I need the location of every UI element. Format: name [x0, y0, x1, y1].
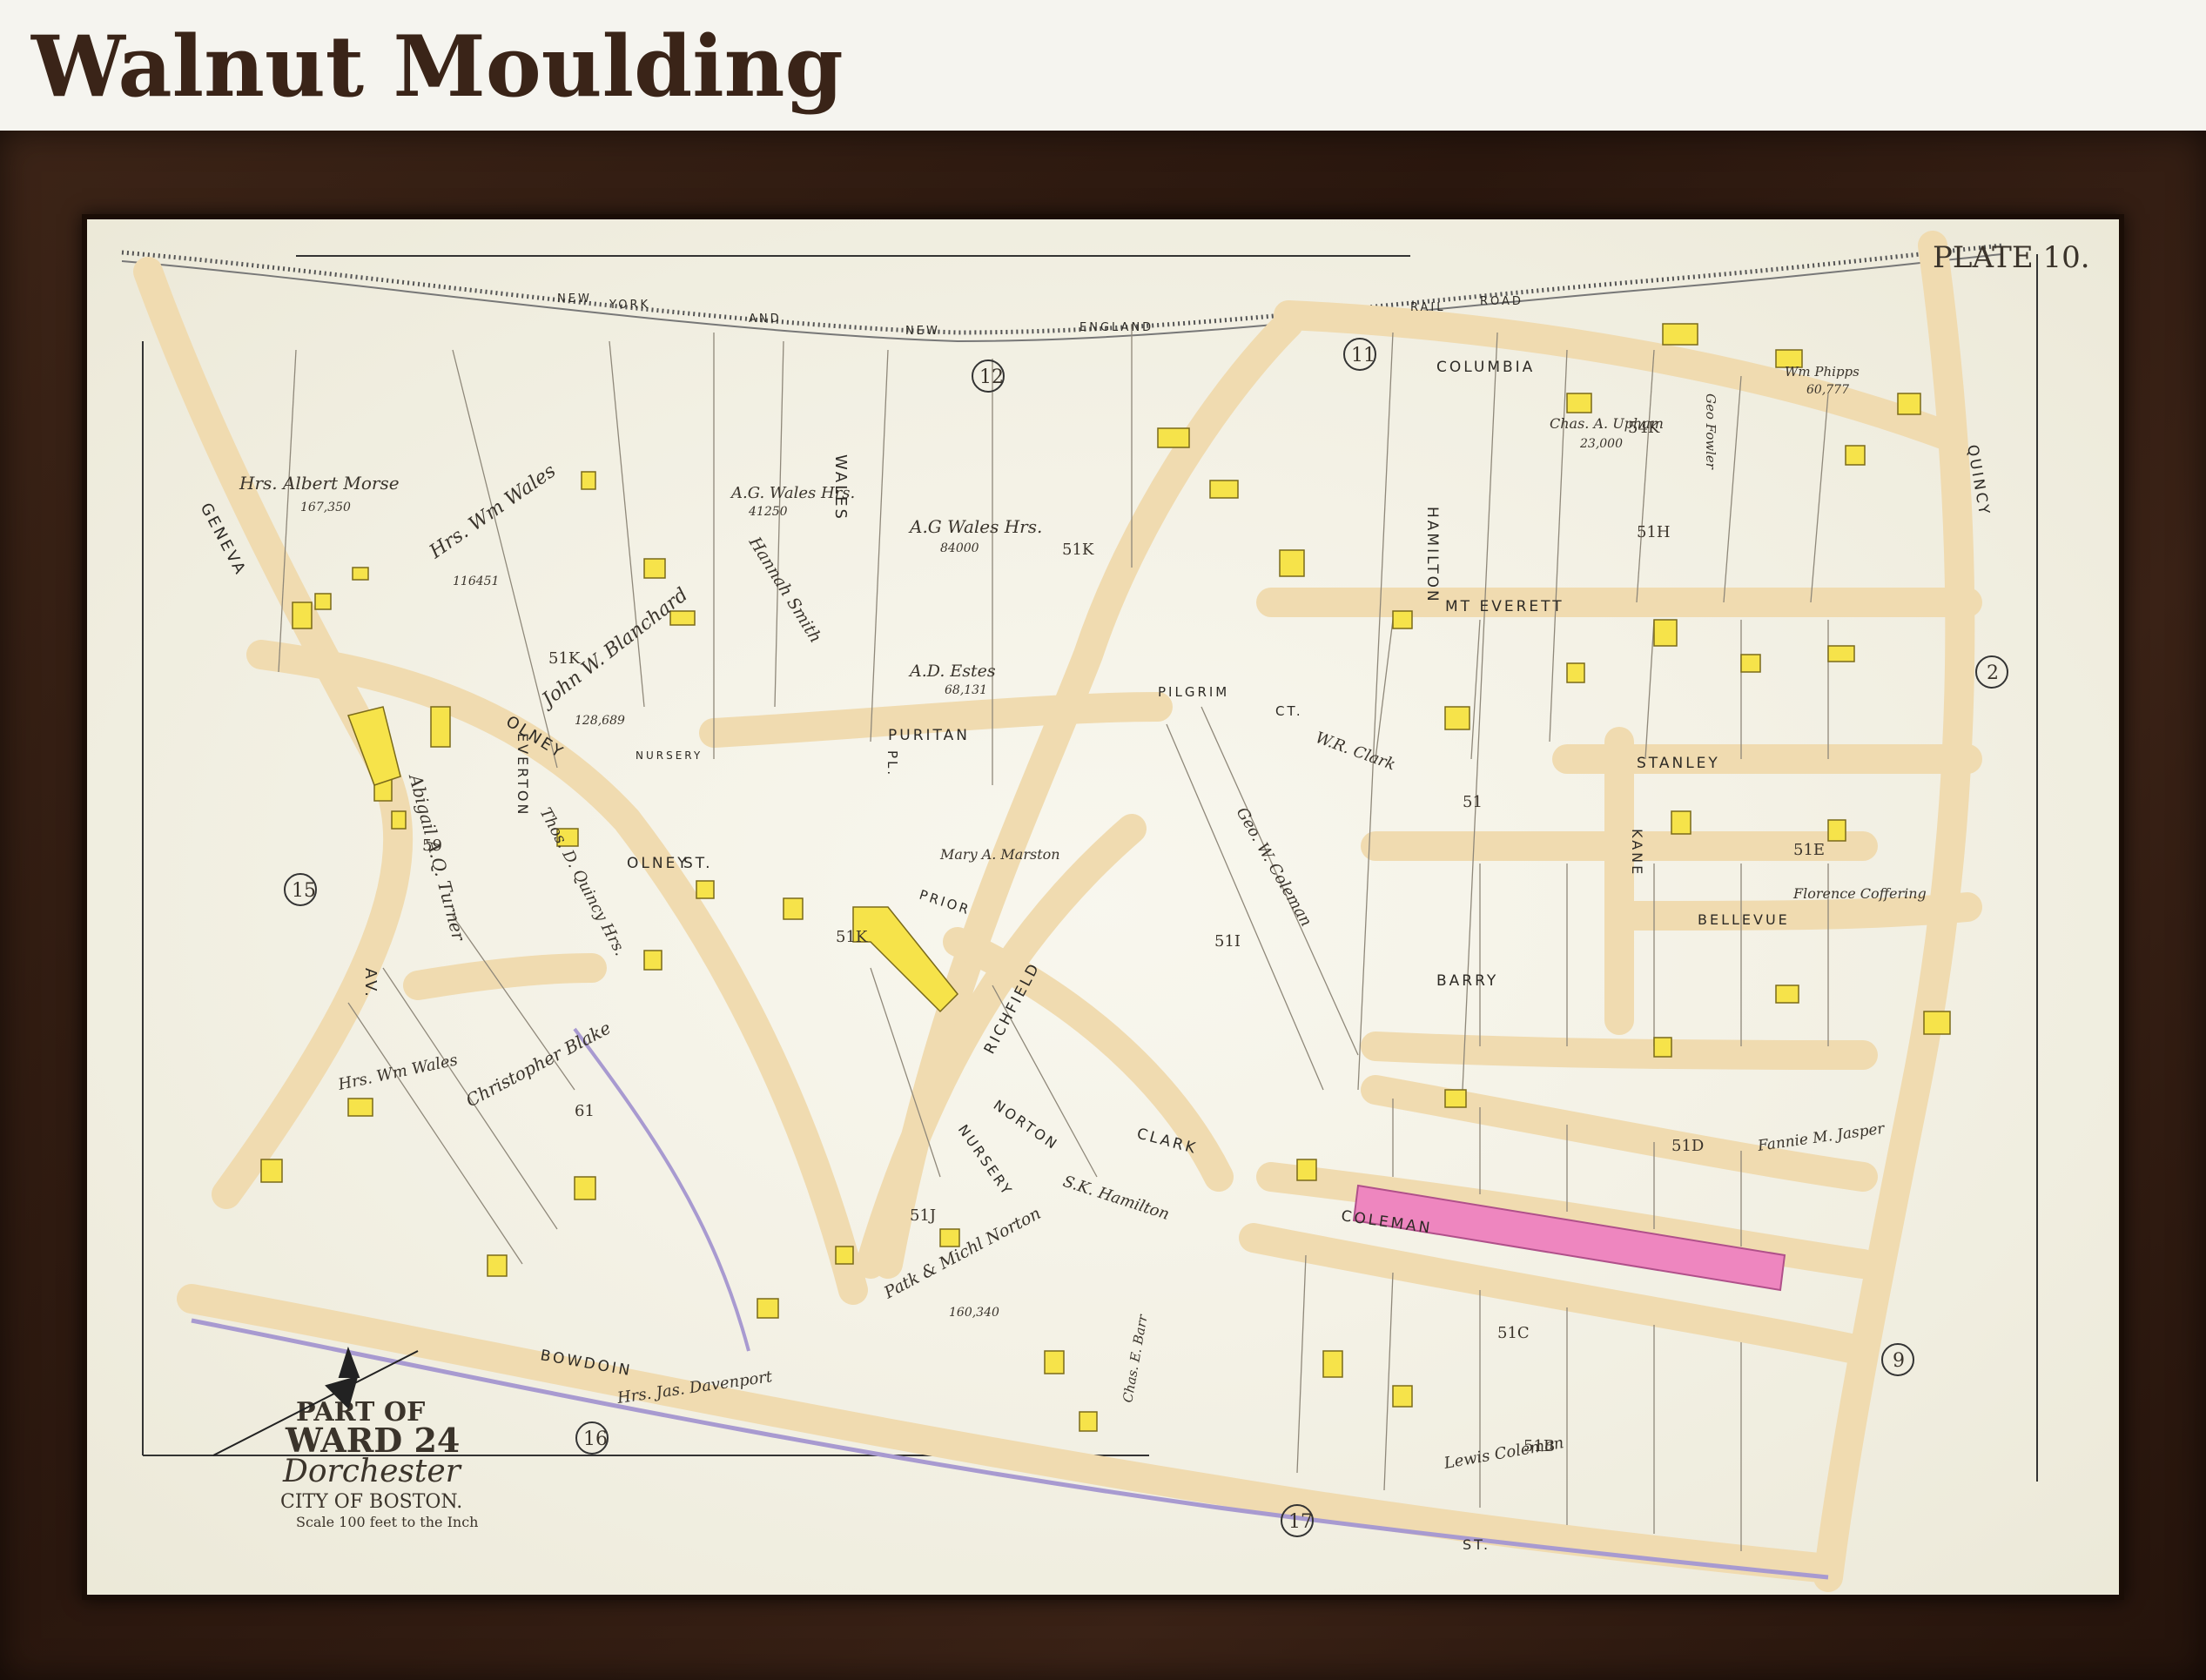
area-1: 167,350 — [300, 501, 351, 514]
plate-17: 17 — [1288, 1511, 1313, 1533]
rr-road: ROAD — [1480, 295, 1523, 308]
area-5: 84000 — [940, 541, 979, 555]
block-51c: 51C — [1497, 1324, 1530, 1342]
owner-agwales-2: A.G Wales Hrs. — [908, 516, 1042, 537]
block-51d: 51D — [1671, 1137, 1704, 1155]
rr-new: NEW — [557, 292, 592, 306]
rr-and: AND — [749, 312, 782, 326]
block-51h: 51H — [1637, 523, 1671, 541]
street-pilgrim: PILGRIM — [1158, 684, 1229, 700]
plate-number: PLATE 10. — [1933, 240, 2090, 275]
street-olney-st-suffix: ST. — [683, 855, 713, 872]
nursery-label-1: NURSERY — [636, 749, 703, 762]
area-8: 23,000 — [1579, 437, 1623, 451]
plate-15: 15 — [292, 880, 316, 902]
owner-phipps: Wm Phipps — [1785, 364, 1860, 380]
area-3: 128,689 — [575, 714, 625, 728]
plate-16: 16 — [583, 1428, 608, 1450]
block-51k-b: 51K — [1062, 541, 1094, 559]
owner-marston: Mary A. Marston — [939, 846, 1060, 863]
street-mt-everett: MT EVERETT — [1445, 598, 1564, 615]
rr-england: ENGLAND — [1079, 321, 1153, 334]
cartouche-scale: Scale 100 feet to the Inch — [296, 1514, 478, 1530]
street-st: ST. — [1463, 1536, 1490, 1553]
walnut-frame: PLATE 10. PART OF WARD 24 Dorchester CIT… — [0, 131, 2206, 1680]
area-6: 68,131 — [945, 683, 987, 697]
atlas-map: PLATE 10. PART OF WARD 24 Dorchester CIT… — [87, 219, 2119, 1595]
plate-2: 2 — [1987, 662, 1999, 684]
cartouche-line3: Dorchester — [282, 1454, 462, 1489]
owner-upham: Chas. A. Upham — [1550, 415, 1664, 432]
street-pl: PL. — [884, 750, 900, 777]
street-ct: CT. — [1275, 703, 1303, 719]
page-header: Walnut Moulding — [0, 0, 2206, 131]
street-everton: EVERTON — [515, 733, 531, 816]
page-title: Walnut Moulding — [31, 17, 844, 116]
map-mat: PLATE 10. PART OF WARD 24 Dorchester CIT… — [87, 219, 2119, 1595]
owner-morse: Hrs. Albert Morse — [239, 473, 400, 494]
area-7: 160,340 — [949, 1306, 999, 1320]
street-columbia: COLUMBIA — [1436, 359, 1535, 376]
street-olney-st: OLNEY — [627, 855, 689, 872]
street-hamilton: HAMILTON — [1423, 507, 1441, 604]
owner-estes: A.D. Estes — [908, 662, 996, 681]
plate-12: 12 — [979, 366, 1004, 388]
area-4: 41250 — [748, 505, 788, 519]
street-puritan: PURITAN — [888, 727, 970, 744]
plate-9: 9 — [1893, 1350, 1905, 1372]
street-barry: BARRY — [1436, 972, 1498, 990]
owner-coffering: Florence Coffering — [1792, 885, 1927, 902]
cartouche-line4: CITY OF BOSTON. — [280, 1491, 462, 1513]
area-9: 60,777 — [1806, 383, 1849, 397]
rr-york: YORK — [609, 299, 650, 312]
street-kane: KANE — [1629, 829, 1645, 877]
owner-agwales-1: A.G. Wales Hrs. — [730, 484, 855, 502]
block-51i: 51I — [1214, 932, 1241, 951]
block-51e: 51E — [1793, 841, 1825, 859]
plate-11: 11 — [1351, 345, 1375, 366]
block-51k-c: 51K — [836, 928, 868, 946]
block-61: 61 — [575, 1102, 595, 1120]
rr-new2: NEW — [905, 325, 940, 338]
street-av: AV. — [361, 968, 380, 999]
street-bellevue: BELLEVUE — [1698, 911, 1790, 928]
street-stanley: STANLEY — [1637, 755, 1720, 772]
area-2: 116451 — [453, 575, 499, 588]
block-51: 51 — [1463, 793, 1483, 811]
block-51j: 51J — [910, 1206, 936, 1225]
rr-rail: RAIL — [1410, 301, 1445, 314]
owner-fowler: Geo Fowler — [1703, 393, 1718, 470]
